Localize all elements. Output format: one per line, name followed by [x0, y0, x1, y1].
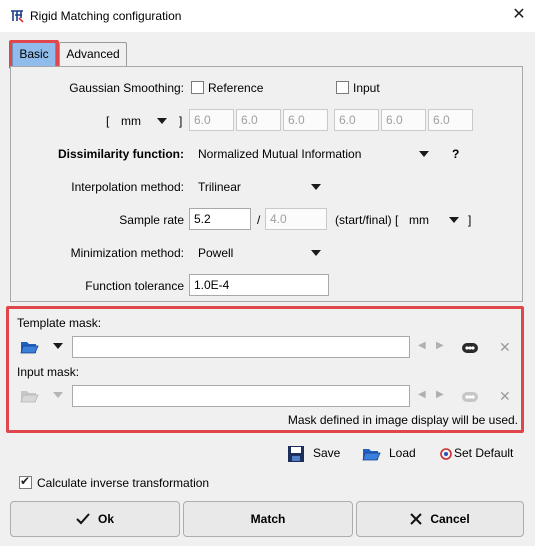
tolerance-label: Function tolerance [85, 279, 184, 293]
chevron-down-icon[interactable] [311, 250, 321, 256]
chevron-down-icon[interactable] [157, 118, 167, 124]
unit-select[interactable]: mm [121, 114, 141, 128]
cancel-label: Cancel [430, 512, 470, 526]
input-fwhm-z[interactable]: 6.0 [428, 109, 473, 131]
cancel-button[interactable]: Cancel [356, 501, 524, 537]
input-fwhm-y[interactable]: 6.0 [381, 109, 426, 131]
minimization-label: Minimization method: [70, 246, 184, 260]
reference-fwhm-x[interactable]: 6.0 [189, 109, 234, 131]
template-mask-input[interactable] [72, 336, 410, 358]
clear-icon[interactable]: ✕ [499, 339, 511, 356]
sample-rate-separator: / [257, 213, 261, 227]
tolerance-input[interactable]: 1.0E-4 [189, 274, 329, 296]
reference-fwhm-y[interactable]: 6.0 [236, 109, 281, 131]
mask-view-icon[interactable] [460, 338, 480, 358]
inverse-transformation-label: Calculate inverse transformation [37, 476, 210, 490]
checkmark-icon [76, 513, 90, 525]
reference-checkbox[interactable] [191, 81, 204, 94]
sample-rate-close-bracket: ] [468, 213, 472, 227]
load-icon[interactable] [361, 444, 381, 464]
prev-icon[interactable]: ◀ [418, 389, 426, 400]
sample-rate-label: Sample rate [119, 213, 184, 227]
prev-icon[interactable]: ◀ [418, 340, 426, 351]
save-icon[interactable] [286, 444, 306, 464]
tab-basic[interactable]: Basic [12, 42, 56, 66]
inverse-transformation-checkbox[interactable] [19, 474, 32, 489]
set-default-icon[interactable] [436, 444, 456, 464]
input-fwhm-x[interactable]: 6.0 [334, 109, 379, 131]
ok-button[interactable]: Ok [10, 501, 180, 537]
title-bar: Rigid Matching configuration ✕ [0, 0, 535, 32]
input-mask-label: Input mask: [17, 365, 80, 379]
folder-open-icon[interactable] [19, 337, 39, 357]
app-icon [10, 9, 24, 23]
ok-label: Ok [97, 512, 114, 526]
sample-rate-suffix: (start/final) [ [335, 213, 399, 227]
tab-advanced[interactable]: Advanced [59, 42, 127, 66]
cancel-icon [410, 513, 423, 525]
chevron-down-icon[interactable] [311, 184, 321, 190]
dissimilarity-select[interactable]: Normalized Mutual Information [198, 147, 361, 161]
set-default-button[interactable]: Set Default [454, 446, 513, 460]
chevron-down-icon[interactable] [449, 217, 459, 223]
mask-note: Mask defined in image display will be us… [287, 413, 518, 427]
next-icon[interactable]: ▶ [436, 389, 444, 400]
template-mask-label: Template mask: [17, 316, 102, 330]
folder-open-icon[interactable] [19, 386, 39, 406]
next-icon[interactable]: ▶ [436, 340, 444, 351]
sample-rate-unit-select[interactable]: mm [409, 213, 429, 227]
mask-view-icon[interactable] [460, 387, 480, 407]
minimization-select[interactable]: Powell [198, 246, 233, 260]
match-button[interactable]: Match [183, 501, 353, 537]
gaussian-smoothing-label: Gaussian Smoothing: [69, 81, 184, 95]
help-icon[interactable]: ? [452, 147, 459, 161]
input-mask-input[interactable] [72, 385, 410, 407]
sample-rate-start-input[interactable]: 5.2 [189, 208, 251, 230]
input-checkbox[interactable] [336, 81, 349, 94]
sample-rate-final-input[interactable]: 4.0 [265, 208, 327, 230]
window-title: Rigid Matching configuration [30, 9, 182, 23]
interpolation-label: Interpolation method: [71, 180, 184, 194]
input-label: Input [353, 81, 380, 95]
reference-fwhm-z[interactable]: 6.0 [283, 109, 328, 131]
close-icon[interactable]: ✕ [510, 6, 528, 24]
chevron-down-icon[interactable] [53, 392, 63, 398]
unit-close-bracket: ] [179, 114, 183, 128]
load-button[interactable]: Load [389, 446, 416, 460]
chevron-down-icon[interactable] [419, 151, 429, 157]
match-label: Match [250, 512, 286, 526]
chevron-down-icon[interactable] [53, 343, 63, 349]
dissimilarity-label: Dissimilarity function: [57, 147, 184, 161]
unit-open-bracket: [ [106, 114, 110, 128]
clear-icon[interactable]: ✕ [499, 388, 511, 405]
reference-label: Reference [208, 81, 264, 95]
interpolation-select[interactable]: Trilinear [198, 180, 241, 194]
save-button[interactable]: Save [313, 446, 340, 460]
